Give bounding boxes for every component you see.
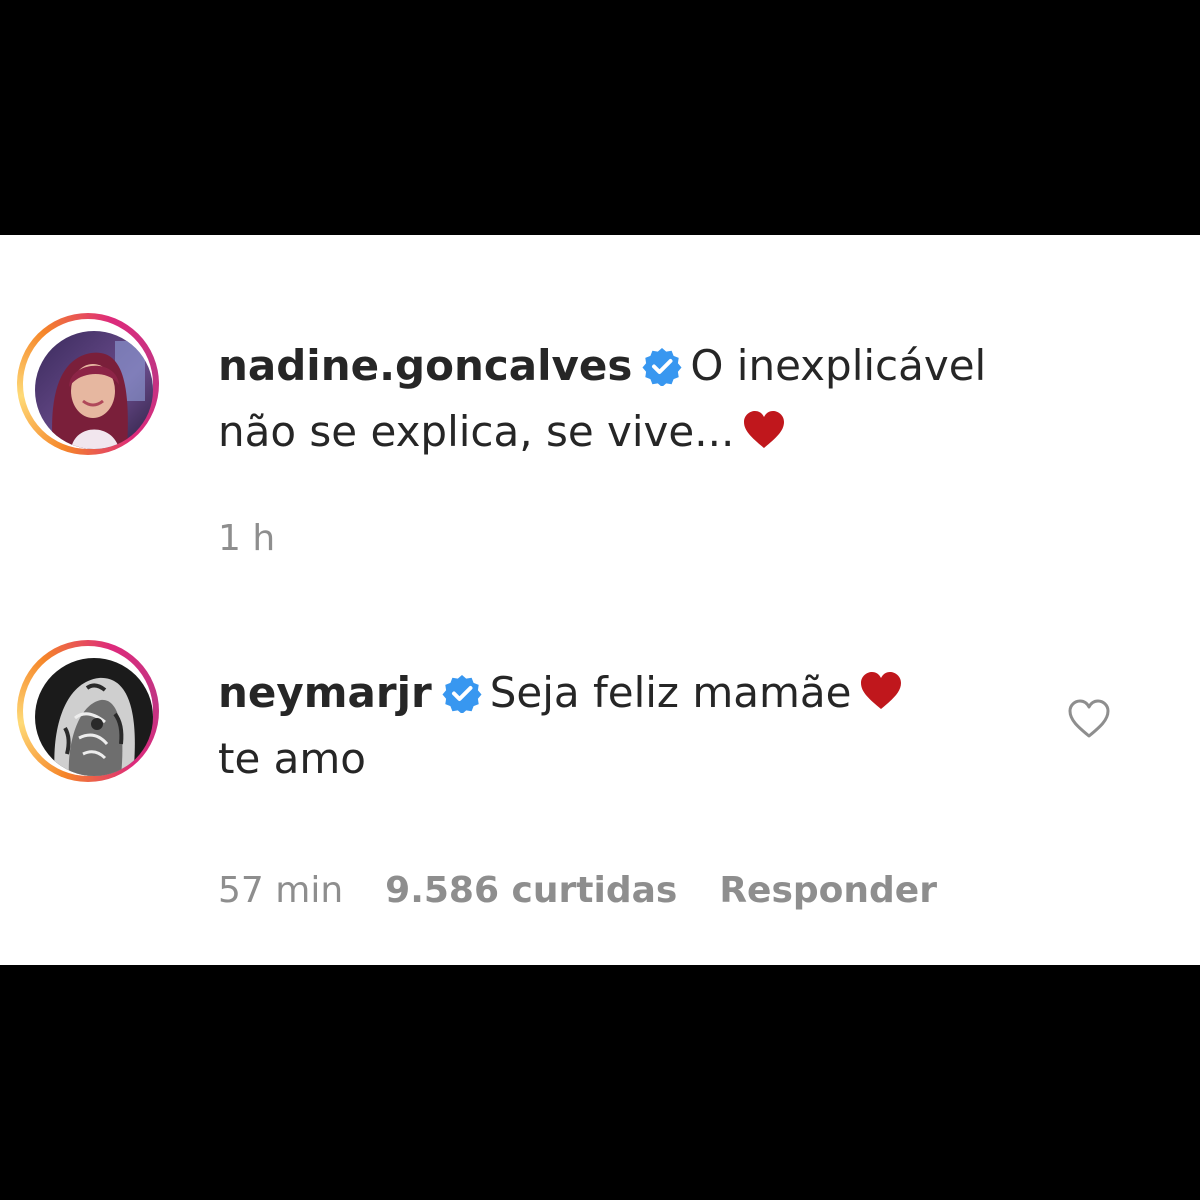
comment-time[interactable]: 57 min	[218, 870, 343, 911]
comment-time[interactable]: 1 h	[218, 518, 275, 559]
comment-body-continued: te amo	[218, 734, 367, 783]
comment-meta: 1 h	[218, 518, 317, 559]
avatar[interactable]	[35, 331, 153, 449]
story-ring[interactable]	[17, 640, 159, 782]
comment-likes-count[interactable]: 9.586 curtidas	[385, 870, 677, 911]
comment-text-block: nadine.goncalves O inexplicável não se e…	[218, 333, 1048, 465]
comment-username[interactable]: nadine.goncalves	[218, 341, 632, 390]
reply-button[interactable]: Responder	[719, 870, 937, 911]
comment-text-block: neymarjr Seja feliz mamãe te amo	[218, 660, 1048, 792]
verified-badge-icon	[442, 675, 482, 713]
story-ring[interactable]	[17, 313, 159, 455]
verified-badge-icon	[642, 348, 682, 386]
comments-panel: nadine.goncalves O inexplicável não se e…	[0, 235, 1200, 965]
comment-body: Seja feliz mamãe	[489, 668, 852, 717]
avatar[interactable]	[35, 658, 153, 776]
comment-username[interactable]: neymarjr	[218, 668, 432, 717]
heart-emoji-icon	[744, 411, 785, 448]
heart-emoji-icon	[861, 672, 902, 709]
comment-meta: 57 min 9.586 curtidas Responder	[218, 870, 979, 911]
heart-outline-icon[interactable]	[1066, 698, 1112, 740]
